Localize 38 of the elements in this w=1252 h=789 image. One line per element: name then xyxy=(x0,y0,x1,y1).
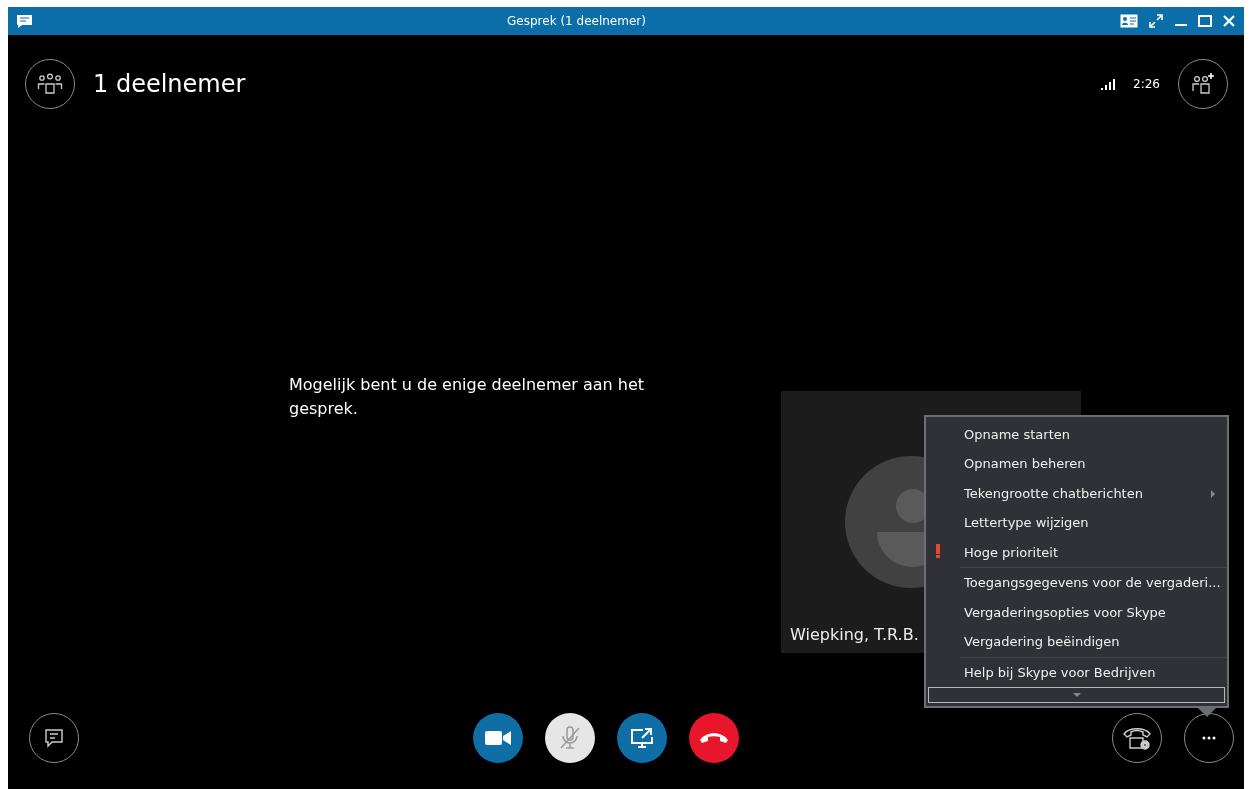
participant-count: 1 deelnemer xyxy=(93,70,247,98)
caret-down-icon xyxy=(1072,693,1081,697)
close-icon[interactable] xyxy=(1222,14,1236,28)
participant-name: Wiepking, T.R.B. xyxy=(790,625,919,644)
expand-icon[interactable] xyxy=(1148,13,1164,29)
microphone-button[interactable] xyxy=(544,713,595,763)
menu-item[interactable]: Opnamen beheren xyxy=(926,449,1227,479)
chat-icon xyxy=(43,727,65,749)
menu-item[interactable]: Hoge prioriteit xyxy=(926,537,1227,567)
menu-item[interactable]: Opname starten xyxy=(926,419,1227,449)
microphone-icon xyxy=(557,725,582,751)
contact-card-icon[interactable] xyxy=(1120,14,1138,28)
menu-item[interactable]: Tekengrootte chatberichten xyxy=(926,478,1227,508)
menu-item[interactable]: Vergaderingsopties voor Skype xyxy=(926,597,1227,627)
menu-item[interactable]: Help bij Skype voor Bedrijven xyxy=(926,657,1227,687)
submenu-arrow-icon xyxy=(1211,489,1215,498)
video-button[interactable] xyxy=(472,713,523,763)
menu-item[interactable]: Toegangsgegevens voor de vergaderi... xyxy=(926,568,1227,598)
call-duration: 2:26 xyxy=(1133,77,1160,91)
phone-icon xyxy=(698,732,729,744)
maximize-icon[interactable] xyxy=(1198,14,1212,28)
share-screen-button[interactable] xyxy=(616,713,667,763)
more-icon xyxy=(1202,736,1216,740)
menu-item[interactable]: Vergadering beëindigen xyxy=(926,627,1227,657)
hang-up-button[interactable] xyxy=(688,713,739,763)
window-title: Gesprek (1 deelnemer) xyxy=(506,14,647,28)
info-message: Mogelijk bent u de enige deelnemer aan het gesprek. xyxy=(289,374,646,420)
call-controls-button[interactable] xyxy=(1112,713,1162,763)
add-participant-button[interactable] xyxy=(1178,59,1228,109)
scroll-down-button[interactable] xyxy=(928,687,1225,703)
share-screen-icon xyxy=(629,727,654,749)
people-icon xyxy=(37,72,63,96)
participants-button[interactable] xyxy=(25,59,75,109)
add-people-icon xyxy=(1190,72,1216,96)
video-camera-icon xyxy=(484,730,511,746)
menu-item[interactable]: Lettertype wijzigen xyxy=(926,508,1227,538)
chat-icon xyxy=(16,13,33,29)
chat-button[interactable] xyxy=(29,713,79,763)
